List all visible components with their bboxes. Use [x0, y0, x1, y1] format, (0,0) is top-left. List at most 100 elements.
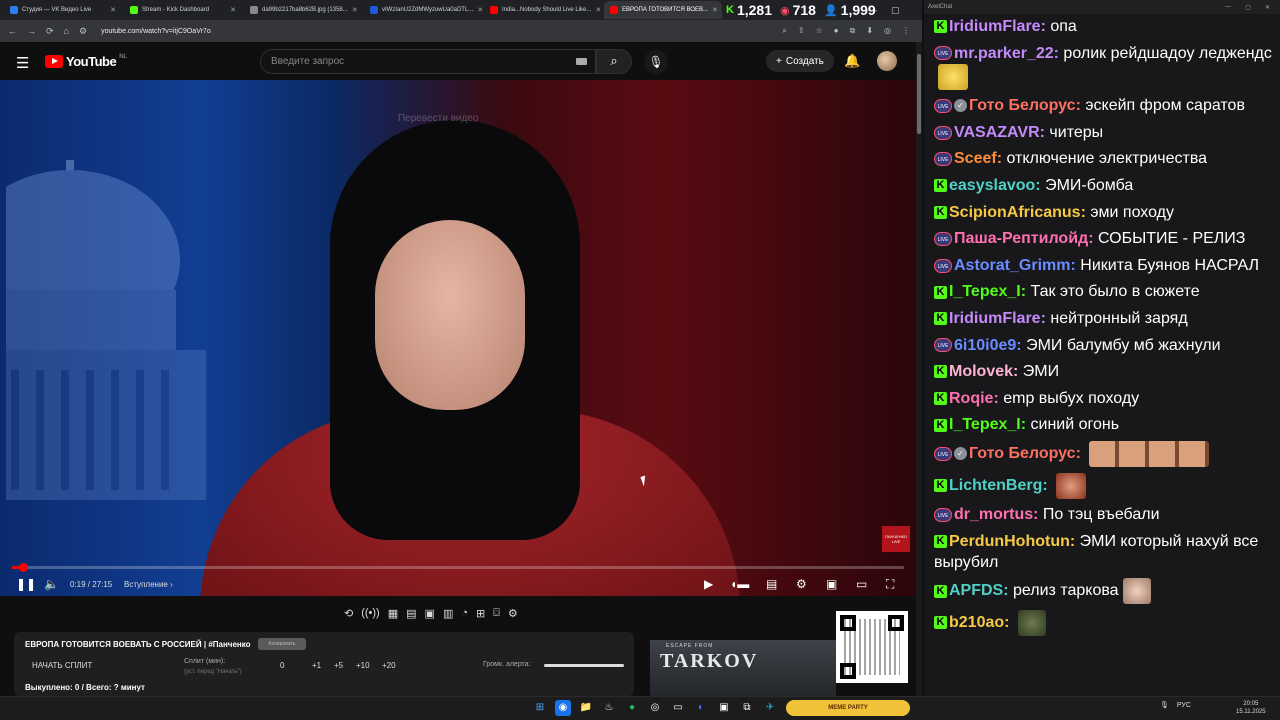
explorer-icon[interactable]: 📁 [578, 700, 594, 716]
fullscreen-icon[interactable]: ⛶ [886, 577, 894, 592]
audio-icon[interactable]: ((•)) [361, 607, 380, 619]
hamburger-menu-icon[interactable]: ☰ [16, 54, 29, 72]
download-icon[interactable]: ⬇ [866, 26, 873, 36]
settings-gear-icon[interactable]: ⚙ [796, 577, 807, 591]
browser-tab[interactable]: India...Nobody Should Live Like... ✕ [484, 1, 602, 19]
chat-username[interactable]: IridiumFlare: [949, 18, 1046, 35]
chat-username[interactable]: Molovek: [949, 363, 1018, 380]
profile-icon[interactable]: ◎ [884, 26, 891, 36]
spotify-icon[interactable]: ● [624, 700, 640, 716]
chat-username[interactable]: b210ao: [949, 614, 1009, 631]
mic-tray-icon[interactable]: 🎙 [1160, 701, 1169, 709]
reload-icon[interactable]: ⟳ [46, 26, 54, 37]
copy-button[interactable]: Копировать [258, 638, 306, 650]
chat-username[interactable]: Паша-Рептилойд: [954, 230, 1094, 247]
miniplayer-icon[interactable]: ▣ [826, 577, 837, 591]
cinema-icon[interactable]: ▥ [443, 607, 453, 620]
increment-1-button[interactable]: +1 [312, 661, 321, 670]
tab-close-icon[interactable]: ✕ [110, 6, 116, 14]
chat-username[interactable]: Astorat_Grimm: [954, 257, 1076, 274]
chat-username[interactable]: Гото Белорус: [969, 445, 1081, 462]
autoplay-toggle[interactable]: ◖▬ [730, 577, 749, 591]
increment-20-button[interactable]: +20 [382, 661, 396, 670]
chat-username[interactable]: I_Tepex_I: [949, 416, 1026, 433]
tarkov-banner[interactable]: ESCAPE FROM TARKOV [650, 640, 836, 696]
create-button[interactable]: + Создать [766, 50, 834, 72]
url-field[interactable]: youtube.com/watch?v=itjC9OaVr7o [101, 28, 772, 35]
chat-username[interactable]: APFDS: [949, 583, 1009, 600]
discord-icon[interactable]: ◐ [693, 700, 709, 716]
chat-username[interactable]: 6i10i0e9: [954, 337, 1022, 354]
chat-close-icon[interactable]: ✕ [1265, 4, 1270, 11]
add-icon[interactable]: ⊞ [476, 607, 485, 620]
start-split-button[interactable]: НАЧАТЬ СПЛИТ [32, 661, 92, 670]
clip-icon[interactable]: ▤ [406, 607, 416, 620]
video-progress-bar[interactable] [12, 563, 904, 572]
zoom-icon[interactable]: ⌕ [782, 26, 786, 36]
increment-5-button[interactable]: +5 [334, 661, 343, 670]
channel-watermark[interactable]: ПАНЧЕНКО LIVE [882, 526, 910, 552]
chat-username[interactable]: IridiumFlare: [949, 310, 1046, 327]
chat-username[interactable]: VASAZAVR: [954, 124, 1045, 141]
video-player[interactable]: Перевести видео ПАНЧЕНКО LIVE ❚❚ 🔈 0:19 … [0, 80, 916, 596]
clock[interactable]: 20:05 15.11.2025 [1236, 700, 1266, 716]
terminal-icon[interactable]: ▣ [716, 700, 732, 716]
search-button[interactable]: ⌕ [596, 49, 632, 74]
home-icon[interactable]: ⌂ [64, 26, 69, 36]
chat-username[interactable]: ScipionAfricanus: [949, 204, 1086, 221]
browser-tab[interactable]: vIWzIanU2ZdMWyzuwUa0aDTL... ✕ [364, 1, 482, 19]
forward-icon[interactable]: → [27, 26, 36, 36]
loop-icon[interactable]: ⟲ [344, 607, 353, 620]
picture-in-picture-icon[interactable]: ▣ [425, 607, 435, 620]
camera-icon[interactable]: ⌼ [493, 607, 500, 620]
extension-dot-icon[interactable]: ● [834, 26, 839, 36]
chat-maximize-icon[interactable]: ▢ [1245, 4, 1251, 11]
chat-minimize-icon[interactable]: — [1225, 4, 1231, 11]
speed-icon[interactable]: ◔ [461, 607, 468, 619]
chapter-title[interactable]: Вступление › [124, 580, 173, 589]
search-input[interactable]: Введите запрос [260, 49, 596, 74]
page-scrollbar[interactable] [916, 42, 922, 696]
chat-username[interactable]: mr.parker_22: [954, 45, 1059, 62]
back-icon[interactable]: ← [8, 26, 17, 36]
extensions-icon[interactable]: ⧉ [850, 26, 856, 36]
steam-icon[interactable]: ♨ [601, 700, 617, 716]
notifications-bell-icon[interactable]: 🔔 [844, 53, 860, 69]
bookmark-icon[interactable]: ☆ [816, 26, 823, 36]
youtube-logo[interactable]: YouTube NL [45, 54, 127, 69]
tab-close-icon[interactable]: ✕ [352, 6, 358, 14]
browser-tab[interactable]: ЕВРОПА ГОТОВИТСЯ ВОЕВ... ✕ [604, 1, 722, 19]
menu-icon[interactable]: ⋮ [902, 26, 910, 36]
chat-username[interactable]: Sceef: [954, 150, 1002, 167]
browser-tab[interactable]: Студия — VK Видео Live ✕ [4, 1, 122, 19]
browser-tab[interactable]: Stream - Kick Dashboard ✕ [124, 1, 242, 19]
chat-username[interactable]: LichtenBerg: [949, 477, 1048, 494]
volume-icon[interactable]: 🔈 [44, 577, 59, 591]
meme-party-widget[interactable]: MEME PARTY [786, 700, 910, 716]
minimize-icon[interactable]: — [868, 5, 877, 15]
chat-username[interactable]: easyslavoo: [949, 177, 1041, 194]
language-indicator[interactable]: РУС [1177, 702, 1191, 709]
avatar[interactable] [877, 51, 897, 71]
voice-search-button[interactable]: 🎙 [644, 50, 668, 74]
keyboard-icon[interactable] [576, 58, 587, 65]
tab-close-icon[interactable]: ✕ [230, 6, 236, 14]
subtitles-icon[interactable]: ▤ [766, 577, 777, 591]
share-icon[interactable]: ⇪ [798, 26, 805, 36]
telegram-icon[interactable]: ✈ [762, 700, 778, 716]
browser-tab[interactable]: da99b2217ba8b62B.jpg (1358... ✕ [244, 1, 362, 19]
app-icon[interactable]: ▭ [670, 700, 686, 716]
chat-username[interactable]: PerdunHohotun: [949, 533, 1075, 550]
autoplay-icon[interactable]: ▶ [704, 577, 713, 591]
alert-volume-slider[interactable] [544, 664, 624, 667]
tab-close-icon[interactable]: ✕ [477, 6, 482, 14]
tab-close-icon[interactable]: ✕ [712, 6, 718, 14]
chat-username[interactable]: Roqie: [949, 390, 999, 407]
progress-scrubber[interactable] [19, 563, 28, 572]
chat-username[interactable]: I_Tepex_I: [949, 283, 1026, 300]
pause-icon[interactable]: ❚❚ [16, 577, 36, 591]
translate-video-label[interactable]: Перевести видео [398, 113, 478, 124]
app2-icon[interactable]: ⧉ [739, 700, 755, 716]
obs-icon[interactable]: ◎ [647, 700, 663, 716]
increment-10-button[interactable]: +10 [356, 661, 370, 670]
